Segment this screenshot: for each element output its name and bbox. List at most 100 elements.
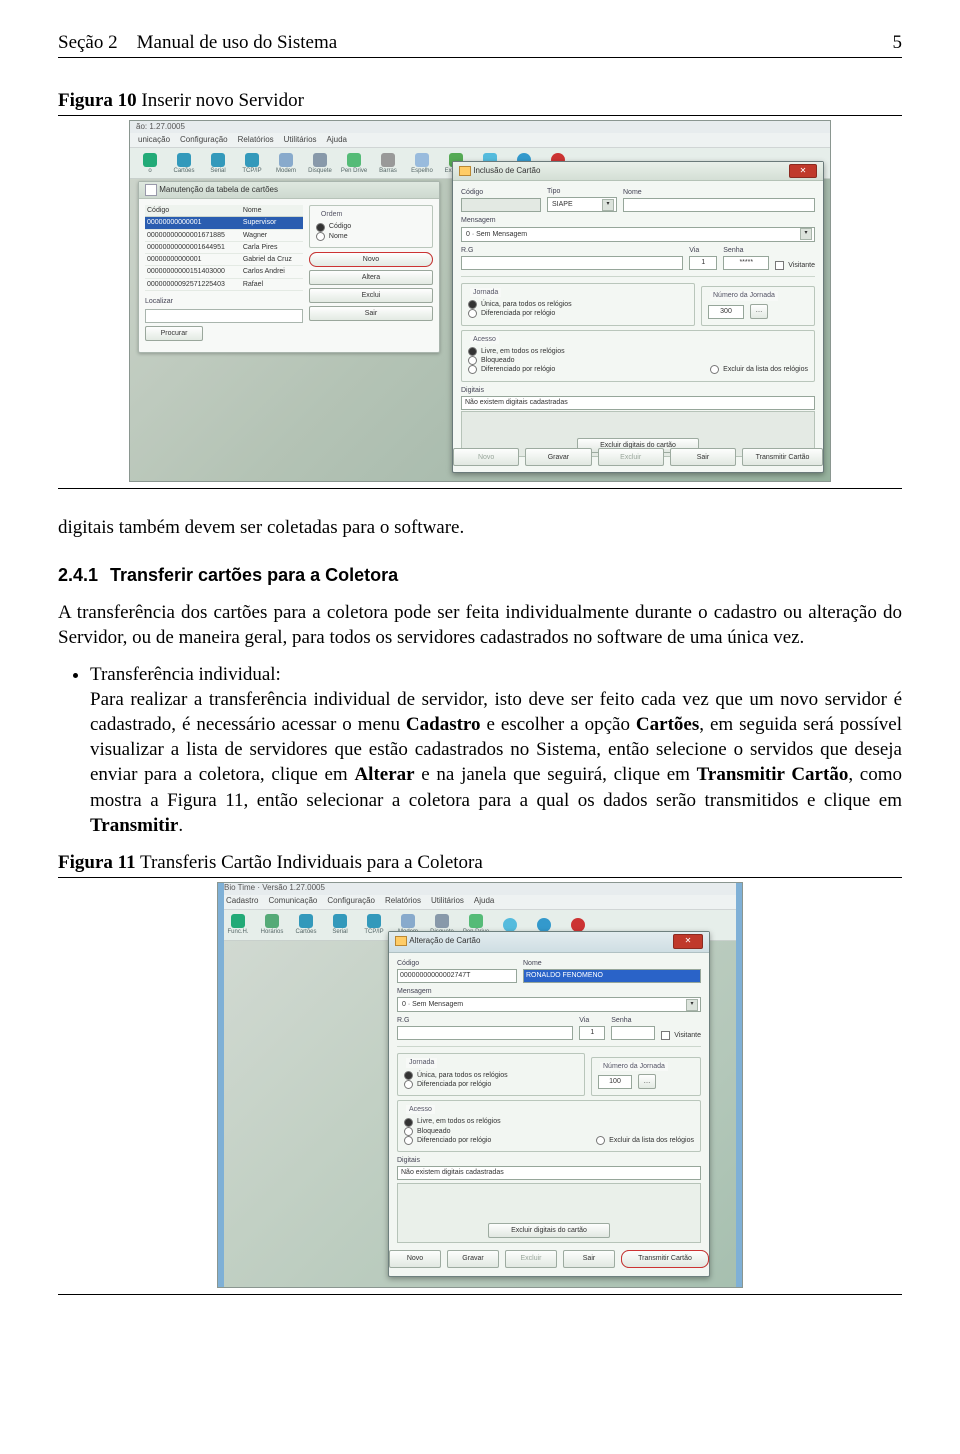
localizar-input[interactable] [145,309,303,323]
acesso-livre-radio[interactable]: Livre, em todos os relógios [404,1117,582,1126]
menu-item[interactable]: Cadastro [226,896,258,907]
card-icon [459,166,471,176]
procurar-button[interactable]: Procurar [145,326,203,341]
jornada-dif-radio[interactable]: Diferenciada por relógio [404,1080,578,1089]
excluir-digitais-button[interactable]: Excluir digitais do cartão [488,1223,610,1238]
via-input[interactable]: 1 [689,256,717,270]
card-icon [395,936,407,946]
acesso-dif-radio[interactable]: Diferenciado por relógio [404,1136,582,1145]
col-nome: Nome [241,205,303,217]
senha-input[interactable]: ***** [723,256,769,270]
toolbar-button[interactable]: Pen Drive [340,150,368,176]
table-row[interactable]: 00000000000001Supervisor [145,217,303,229]
codigo-input[interactable]: 00000000000002747T [397,969,517,983]
digitais-status: Não existem digitais cadastradas [461,396,815,410]
visitante-check[interactable]: Visitante [775,261,815,270]
rg-input[interactable] [397,1026,573,1040]
digitais-status: Não existem digitais cadastradas [397,1166,701,1180]
acesso-dif-radio[interactable]: Diferenciado por relógio [468,365,694,374]
cards-maintenance-panel: Manutenção da tabela de cartões Código N… [138,181,440,353]
menu-item[interactable]: Comunicação [268,896,317,907]
app-titlebar: Bio Time · Versão 1.27.0005 [218,883,742,895]
via-input[interactable]: 1 [579,1026,605,1040]
dlg-transmitir-button[interactable]: Transmitir Cartão [621,1250,709,1268]
acesso-bloq-radio[interactable]: Bloqueado [468,356,694,365]
dlg-excluir-button[interactable]: Excluir [505,1250,557,1268]
novo-button[interactable]: Novo [309,252,433,267]
dlg-transmitir-button[interactable]: Transmitir Cartão [742,448,823,466]
paragraph: digitais também devem ser coletadas para… [58,515,902,540]
dlg-novo-button[interactable]: Novo [453,448,519,466]
table-row[interactable]: 00000000000001671885Wagner [145,229,303,241]
digitais-box: Excluir digitais do cartão [397,1183,701,1243]
table-row[interactable]: 00000000000001644951Carla Pires [145,241,303,253]
close-button[interactable]: ✕ [673,934,703,949]
localizar-label: Localizar [145,297,303,306]
toolbar-button[interactable]: Espelho [408,150,436,176]
mensagem-select[interactable]: 0 · Sem Mensagem▾ [461,227,815,242]
screenshot-figure10: ão: 1.27.0005 unicação Configuração Rela… [129,120,831,482]
dlg-sair-button[interactable]: Sair [670,448,736,466]
codigo-input[interactable] [461,198,541,212]
nome-input[interactable] [623,198,815,212]
table-row[interactable]: 00000000000151403000Carlos Andrei [145,266,303,278]
app-menubar[interactable]: Cadastro Comunicação Configuração Relató… [218,895,742,910]
rg-input[interactable] [461,256,683,270]
menu-item[interactable]: Configuração [327,896,375,907]
figure10-caption: Figura 10 Inserir novo Servidor [58,88,902,113]
visitante-check[interactable]: Visitante [661,1031,701,1040]
alteracao-cartao-dialog: Alteração de Cartão ✕ Código000000000000… [388,931,710,1277]
jornada-unica-radio[interactable]: Única, para todos os relógios [468,300,688,309]
jornada-dif-radio[interactable]: Diferenciada por relógio [468,309,688,318]
toolbar-button[interactable]: Disquete [306,150,334,176]
table-row[interactable]: 00000000092571225403Rafael [145,278,303,290]
numjornada-input[interactable]: 300 [708,305,744,319]
toolbar-button[interactable]: Modem [272,150,300,176]
toolbar-button[interactable]: Horários [258,912,286,938]
sair-button[interactable]: Sair [309,306,433,321]
ordem-nome-radio[interactable]: Nome [316,232,426,241]
ordem-codigo-radio[interactable]: Código [316,222,426,231]
senha-input[interactable] [611,1026,655,1040]
dlg-excluir-button[interactable]: Excluir [598,448,664,466]
numjornada-lookup-button[interactable]: … [638,1074,656,1089]
menu-item[interactable]: Utilitários [284,135,317,146]
toolbar-button[interactable]: Barras [374,150,402,176]
acesso-bloq-radio[interactable]: Bloqueado [404,1127,582,1136]
dlg-gravar-button[interactable]: Gravar [447,1250,499,1268]
menu-item[interactable]: Ajuda [474,896,494,907]
numjornada-lookup-button[interactable]: … [750,304,768,319]
exclui-button[interactable]: Exclui [309,288,433,303]
toolbar-button[interactable]: Cartões [170,150,198,176]
toolbar-button[interactable]: TCP/IP [238,150,266,176]
menu-item[interactable]: Relatórios [385,896,421,907]
toolbar-button[interactable]: o [136,150,164,176]
dlg-gravar-button[interactable]: Gravar [525,448,591,466]
mensagem-select[interactable]: 0 · Sem Mensagem▾ [397,997,701,1012]
dlg-novo-button[interactable]: Novo [389,1250,441,1268]
close-button[interactable]: ✕ [789,164,817,178]
bullet-transferencia-individual: Transferência individual: Para realizar … [90,662,902,838]
app-menubar[interactable]: unicação Configuração Relatórios Utilitá… [130,133,830,148]
acesso-livre-radio[interactable]: Livre, em todos os relógios [468,347,694,356]
menu-item[interactable]: Ajuda [327,135,347,146]
altera-button[interactable]: Altera [309,270,433,285]
menu-item[interactable]: Relatórios [238,135,274,146]
toolbar-button[interactable]: TCP/IP [360,912,388,938]
jornada-unica-radio[interactable]: Única, para todos os relógios [404,1071,578,1080]
nome-input[interactable]: RONALDO FENOMENO [523,969,701,983]
acesso-excluir-radio[interactable]: Excluir da lista dos relógios [596,1136,694,1145]
table-row[interactable]: 00000000000001Gabriel da Cruz [145,254,303,266]
toolbar-button[interactable]: Serial [326,912,354,938]
numjornada-input[interactable]: 100 [598,1075,632,1089]
menu-item[interactable]: Configuração [180,135,228,146]
toolbar-button[interactable]: Func.H. [224,912,252,938]
toolbar-button[interactable]: Cartões [292,912,320,938]
tipo-select[interactable]: SIAPE▾ [547,197,617,212]
toolbar-button[interactable]: Serial [204,150,232,176]
dlg-sair-button[interactable]: Sair [563,1250,615,1268]
menu-item[interactable]: Utilitários [431,896,464,907]
ordem-legend: Ordem [318,210,345,219]
menu-item[interactable]: unicação [138,135,170,146]
acesso-excluir-radio[interactable]: Excluir da lista dos relógios [710,365,808,374]
